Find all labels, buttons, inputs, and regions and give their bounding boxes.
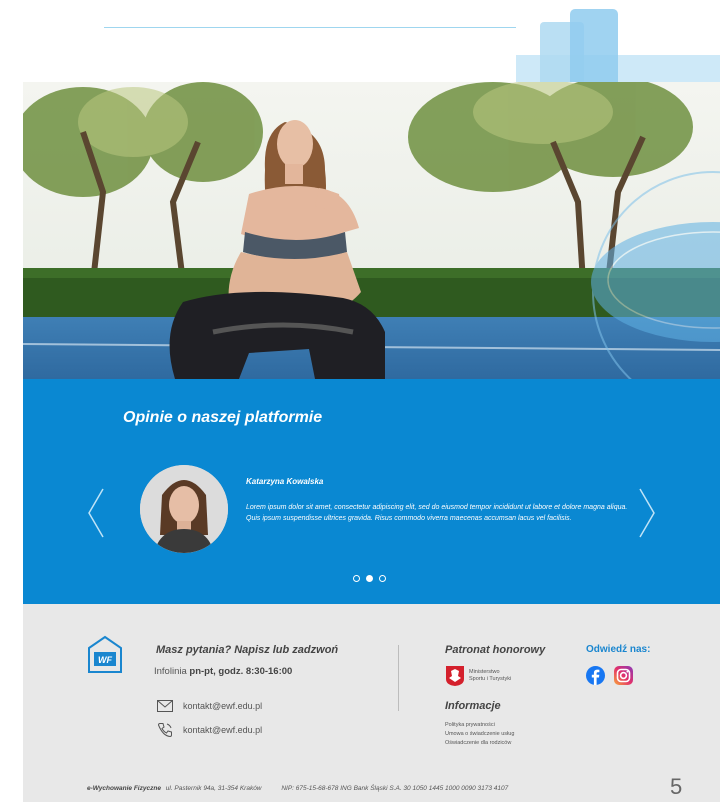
chevron-left-icon <box>88 488 104 538</box>
top-divider-line <box>104 27 516 28</box>
phone-row[interactable]: kontakt@ewf.edu.pl <box>157 722 262 738</box>
reviewer-name: Katarzyna Kowalska <box>246 477 324 486</box>
service-agreement-link[interactable]: Umowa o świadczenie usług <box>445 731 514 738</box>
carousel-dot-2[interactable] <box>366 575 373 582</box>
visit-title: Odwiedź nas: <box>586 644 651 655</box>
phone-icon <box>157 723 172 738</box>
facebook-icon <box>586 666 605 685</box>
testimonials-title: Opinie o naszej platformie <box>123 409 323 426</box>
brand-name: e-Wychowanie Fizyczne <box>87 785 161 792</box>
footer-bottom-bar: e-Wychowanie Fizyczne ul. Pasternik 94a,… <box>87 785 508 792</box>
hotline-prefix: Infolinia <box>154 666 187 677</box>
phone-link[interactable]: kontakt@ewf.edu.pl <box>183 725 262 735</box>
carousel-dot-1[interactable] <box>353 575 360 582</box>
hotline-text: Infolinia pn-pt, godz. 8:30-16:00 <box>154 666 292 677</box>
footer-divider <box>398 645 399 711</box>
privacy-policy-link[interactable]: Polityka prywatności <box>445 722 514 729</box>
polish-eagle-icon <box>446 666 464 686</box>
hotline-hours: pn-pt, godz. 8:30-16:00 <box>189 666 293 677</box>
contact-title: Masz pytania? Napisz lub zadzwoń <box>156 644 339 656</box>
hero-image <box>23 82 720 379</box>
email-row[interactable]: kontakt@ewf.edu.pl <box>157 700 262 712</box>
ministry-line-1: Ministerstwo <box>469 669 500 675</box>
social-links <box>586 666 633 685</box>
parent-statement-link[interactable]: Oświadczenie dla rodziców <box>445 740 514 747</box>
envelope-icon <box>157 700 173 712</box>
reviewer-avatar <box>140 465 228 553</box>
carousel-dot-3[interactable] <box>379 575 386 582</box>
ministry-badge: Ministerstwo Sportu i Turystyki <box>445 665 511 687</box>
chevron-right-icon <box>639 488 655 538</box>
testimonials-section: Opinie o naszej platformie Katarzyna Kow… <box>23 379 720 604</box>
company-address: ul. Pasternik 94a, 31-354 Kraków <box>165 785 262 792</box>
carousel-dots <box>353 575 386 582</box>
instagram-icon <box>614 666 633 685</box>
ewf-logo: WF <box>87 634 123 676</box>
page-number: 5 <box>670 774 683 799</box>
instagram-link[interactable] <box>614 666 633 685</box>
ministry-line-2: Sportu i Turystyki <box>469 676 512 682</box>
carousel-prev-button[interactable] <box>85 487 107 539</box>
svg-text:WF: WF <box>98 655 112 665</box>
footer: WF Masz pytania? Napisz lub zadzwoń Info… <box>23 604 720 802</box>
carousel-next-button[interactable] <box>636 487 658 539</box>
patronage-title: Patronat honorowy <box>445 644 546 656</box>
info-links: Polityka prywatności Umowa o świadczenie… <box>445 722 514 747</box>
review-text: Lorem ipsum dolor sit amet, consectetur … <box>246 504 628 522</box>
email-link[interactable]: kontakt@ewf.edu.pl <box>183 701 262 711</box>
bank-details: NIP: 675-15-68-678 ING Bank Śląski S.A. … <box>281 785 509 792</box>
facebook-link[interactable] <box>586 666 605 685</box>
info-title: Informacje <box>445 700 501 712</box>
